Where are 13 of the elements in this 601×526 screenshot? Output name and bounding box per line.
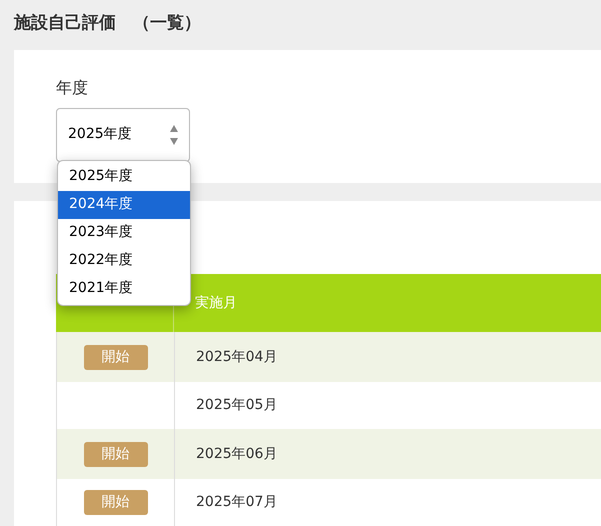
dropdown-option[interactable]: 2024年度	[58, 190, 190, 218]
dropdown-option[interactable]: 2021年度	[58, 274, 190, 302]
dropdown-option[interactable]: 2022年度	[58, 246, 190, 274]
sort-arrows-icon	[169, 124, 179, 146]
field-label: 年度	[56, 76, 88, 98]
table-cell-text: 2025年07月	[196, 493, 278, 512]
table-cell-text: 2025年04月	[196, 348, 278, 366]
dropdown-option[interactable]: 2023年度	[58, 218, 190, 246]
column-header: 実施月	[195, 294, 237, 312]
dropdown-option[interactable]: 2025年度	[58, 162, 190, 190]
table-cell-text: 2025年05月	[196, 396, 278, 415]
page-title: 施設自己評価 （一覧）	[14, 12, 201, 35]
table-cell-text: 2025年06月	[196, 444, 278, 464]
